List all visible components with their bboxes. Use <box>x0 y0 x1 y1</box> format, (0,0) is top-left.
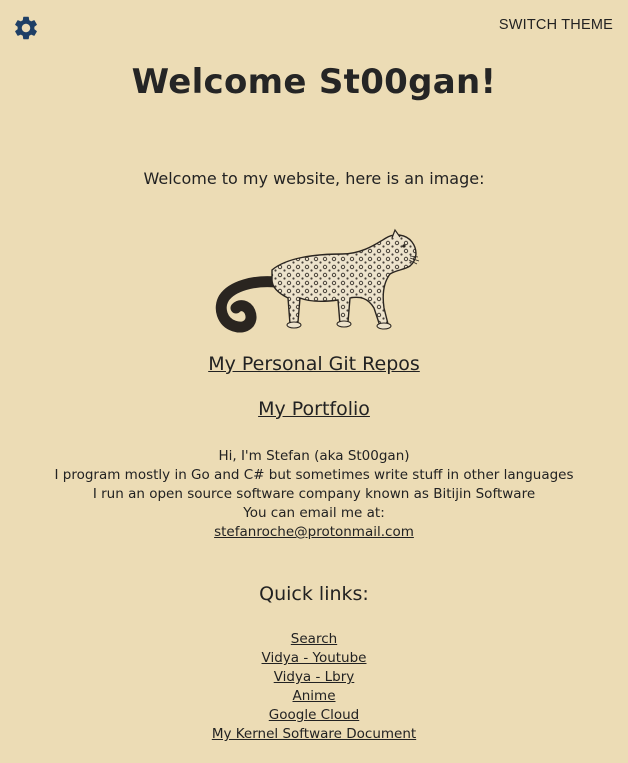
list-item: Anime <box>0 687 628 706</box>
switch-theme-button[interactable]: SWITCH THEME <box>499 17 613 33</box>
about-line: You can email me at: <box>243 505 385 521</box>
about-line: Hi, I'm Stefan (aka St00gan) <box>218 448 410 464</box>
email-container: stefanroche@protonmail.com <box>0 523 628 542</box>
quick-link-anime[interactable]: Anime <box>293 688 336 704</box>
about-line: I program mostly in Go and C# but someti… <box>54 467 574 483</box>
quick-links-heading: Quick links: <box>259 583 369 605</box>
quick-link-google-cloud[interactable]: Google Cloud <box>269 707 359 723</box>
git-repos-link[interactable]: My Personal Git Repos <box>208 353 420 375</box>
page-title: Welcome St00gan! <box>131 62 497 102</box>
gear-icon[interactable] <box>12 14 40 42</box>
list-item: My Kernel Software Document <box>0 725 628 744</box>
quick-link-vidya-lbry[interactable]: Vidya - Lbry <box>274 669 355 685</box>
quick-link-kernel-document[interactable]: My Kernel Software Document <box>212 726 416 742</box>
email-link[interactable]: stefanroche@protonmail.com <box>214 524 414 540</box>
snow-leopard-illustration <box>215 228 420 333</box>
git-repos-link-container: My Personal Git Repos <box>0 353 628 375</box>
about-section: Hi, I'm Stefan (aka St00gan) I program m… <box>0 447 628 542</box>
quick-links-list: Search Vidya - Youtube Vidya - Lbry Anim… <box>0 630 628 744</box>
portfolio-link[interactable]: My Portfolio <box>258 398 370 420</box>
top-bar: SWITCH THEME <box>0 0 628 56</box>
intro-text: Welcome to my website, here is an image: <box>143 169 485 188</box>
about-line: I run an open source software company kn… <box>92 486 536 502</box>
list-item: Vidya - Lbry <box>0 668 628 687</box>
portfolio-link-container: My Portfolio <box>0 398 628 420</box>
list-item: Vidya - Youtube <box>0 649 628 668</box>
list-item: Search <box>0 630 628 649</box>
list-item: Google Cloud <box>0 706 628 725</box>
quick-link-search[interactable]: Search <box>291 631 337 647</box>
quick-link-vidya-youtube[interactable]: Vidya - Youtube <box>262 650 367 666</box>
